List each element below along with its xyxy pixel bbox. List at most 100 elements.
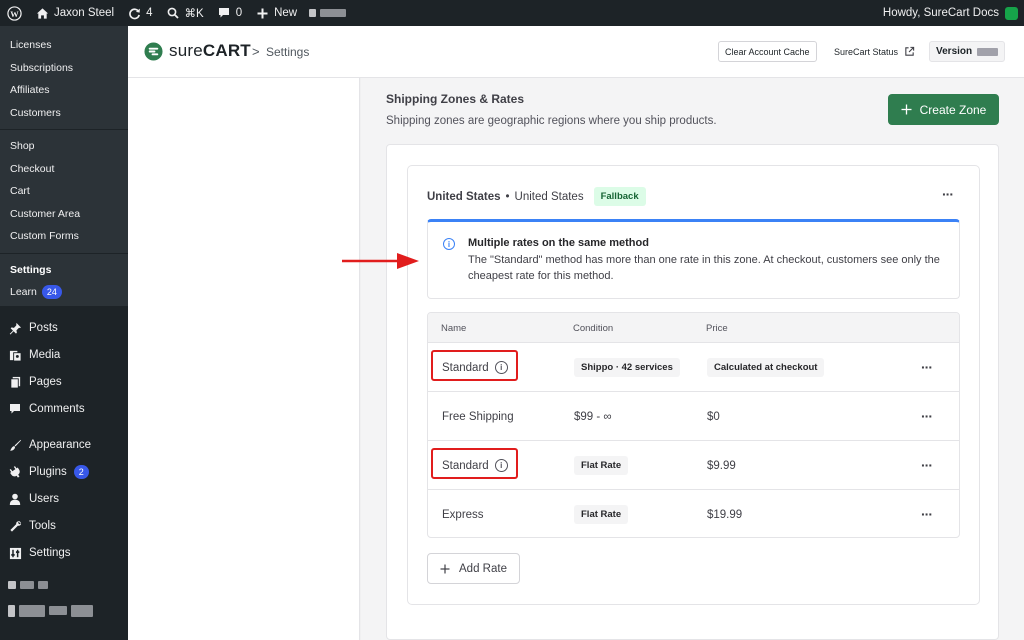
wordpress-logo-button[interactable]: W	[0, 0, 28, 26]
media-icon	[8, 348, 22, 362]
sidebar-item-custom-forms[interactable]: Custom Forms	[0, 225, 128, 248]
column-header-price: Price	[706, 323, 728, 334]
sidebar-item-label: Settings	[10, 263, 52, 276]
sidebar-item-plugins[interactable]: Plugins 2	[0, 459, 128, 486]
external-link-icon	[905, 46, 915, 56]
zone-menu-button[interactable]: ···	[942, 186, 954, 202]
price-tag: Calculated at checkout	[707, 358, 825, 377]
shortcut-label: ⌘K	[184, 8, 204, 20]
site-name-link[interactable]: Jaxon Steel	[28, 0, 120, 26]
rate-condition-cell: Flat Rate	[574, 490, 629, 537]
sidebar-item-label: Checkout	[10, 162, 55, 175]
sidebar-item-label: Plugins	[29, 466, 67, 478]
annotation-arrow-icon	[342, 253, 419, 269]
rate-condition: $99 - ∞	[574, 410, 612, 423]
rate-name: Express	[442, 508, 484, 521]
sidebar-item-label: Users	[29, 493, 60, 505]
sidebar-item-users[interactable]: Users	[0, 486, 128, 513]
logo-text: sureCART	[169, 41, 251, 61]
rate-name: Free Shipping	[442, 410, 514, 423]
sidebar-item-settings-active[interactable]: Settings	[0, 259, 128, 282]
sidebar-item-comments[interactable]: Comments	[0, 396, 128, 423]
blurred-sidebar-item[interactable]	[0, 575, 128, 595]
surecart-status-link[interactable]: SureCart Status	[834, 41, 915, 62]
rate-price-cell: $19.99	[707, 490, 742, 537]
new-content-link[interactable]: New	[248, 0, 303, 26]
alert-title: Multiple rates on the same method	[468, 237, 649, 249]
user-greeting[interactable]: Howdy, SureCart Docs	[883, 7, 999, 19]
rate-menu-button[interactable]: ···	[921, 408, 933, 424]
sidebar-item-customers[interactable]: Customers	[0, 102, 128, 125]
blurred-block	[309, 9, 317, 17]
link-label: SureCart Status	[834, 46, 899, 57]
clear-account-cache-button[interactable]: Clear Account Cache	[718, 41, 817, 62]
command-palette-button[interactable]: ⌘K	[159, 0, 210, 26]
sidebar-item-appearance[interactable]: Appearance	[0, 432, 128, 459]
admin-sidebar: Licenses Subscriptions Affiliates Custom…	[0, 26, 128, 640]
updates-link[interactable]: 4	[120, 0, 158, 26]
sidebar-item-affiliates[interactable]: Affiliates	[0, 79, 128, 102]
surecart-header: sureCART > Settings Clear Account Cache …	[128, 26, 1024, 78]
rate-name-cell: Express	[442, 490, 484, 537]
user-icon	[8, 492, 22, 506]
column-header-name: Name	[441, 323, 467, 334]
blurred-admin-item[interactable]	[303, 0, 352, 26]
updates-count: 4	[146, 7, 153, 19]
avatar[interactable]	[1005, 6, 1018, 20]
sidebar-item-label: Customers	[10, 106, 61, 119]
sidebar-item-label: Appearance	[29, 439, 92, 451]
sidebar-item-label: Pages	[29, 376, 62, 388]
sidebar-item-customer-area[interactable]: Customer Area	[0, 203, 128, 226]
sidebar-item-posts[interactable]: Posts	[0, 315, 128, 342]
pages-icon	[8, 375, 22, 389]
sidebar-item-media[interactable]: Media	[0, 342, 128, 369]
section-title: Shipping Zones & Rates	[386, 92, 525, 106]
surecart-logo-icon	[144, 41, 163, 61]
sidebar-item-label: Licenses	[10, 39, 52, 52]
sidebar-item-subscriptions[interactable]: Subscriptions	[0, 57, 128, 80]
sidebar-item-settings[interactable]: Settings	[0, 540, 128, 567]
more-icon: ···	[942, 186, 954, 202]
rate-menu-button[interactable]: ···	[921, 457, 933, 473]
more-icon: ···	[921, 506, 933, 522]
surecart-logo[interactable]: sureCART	[144, 41, 251, 61]
blurred-sidebar-item[interactable]	[0, 595, 128, 627]
condition-tag: Shippo · 42 services	[574, 358, 680, 377]
more-icon: ···	[921, 408, 933, 424]
sidebar-item-label: Learn	[10, 286, 37, 299]
table-row[interactable]: Free Shipping $99 - ∞ $0 ···	[428, 392, 959, 441]
blurred-block	[320, 9, 347, 17]
sidebar-item-tools[interactable]: Tools	[0, 513, 128, 540]
sidebar-item-pages[interactable]: Pages	[0, 369, 128, 396]
site-name: Jaxon Steel	[54, 7, 115, 19]
blurred-block	[49, 606, 67, 615]
sidebar-item-shop[interactable]: Shop	[0, 135, 128, 158]
sidebar-item-checkout[interactable]: Checkout	[0, 158, 128, 181]
alert-text: The "Standard" method has more than one …	[468, 254, 940, 282]
sidebar-item-label: Shop	[10, 140, 35, 153]
comments-count: 0	[235, 7, 243, 19]
rate-condition-cell: Flat Rate	[574, 441, 629, 490]
learn-count-badge: 24	[41, 285, 62, 300]
button-label: Add Rate	[459, 562, 507, 575]
fallback-badge: Fallback	[593, 187, 646, 206]
create-zone-button[interactable]: Create Zone	[888, 94, 999, 125]
zone-card: United States • United States Fallback ·…	[407, 165, 980, 605]
add-rate-button[interactable]: Add Rate	[427, 553, 520, 584]
sidebar-item-cart[interactable]: Cart	[0, 180, 128, 203]
info-icon: i	[443, 238, 455, 250]
condition-tag: Flat Rate	[574, 505, 629, 524]
table-row[interactable]: Express Flat Rate $19.99 ···	[428, 490, 959, 537]
comments-link[interactable]: 0	[210, 0, 248, 26]
sidebar-item-learn[interactable]: Learn 24	[0, 281, 128, 304]
rate-condition-cell: Shippo · 42 services	[574, 343, 680, 392]
plugins-count-badge: 2	[73, 465, 89, 479]
blurred-block	[19, 604, 45, 617]
rate-menu-button[interactable]: ···	[921, 359, 933, 375]
sidebar-divider	[0, 252, 128, 254]
column-header-condition: Condition	[573, 323, 614, 334]
rate-menu-button[interactable]: ···	[921, 506, 933, 522]
sidebar-item-label: Custom Forms	[10, 230, 79, 243]
sidebar-item-licenses[interactable]: Licenses	[0, 34, 128, 57]
sidebar-item-label: Posts	[29, 322, 58, 334]
